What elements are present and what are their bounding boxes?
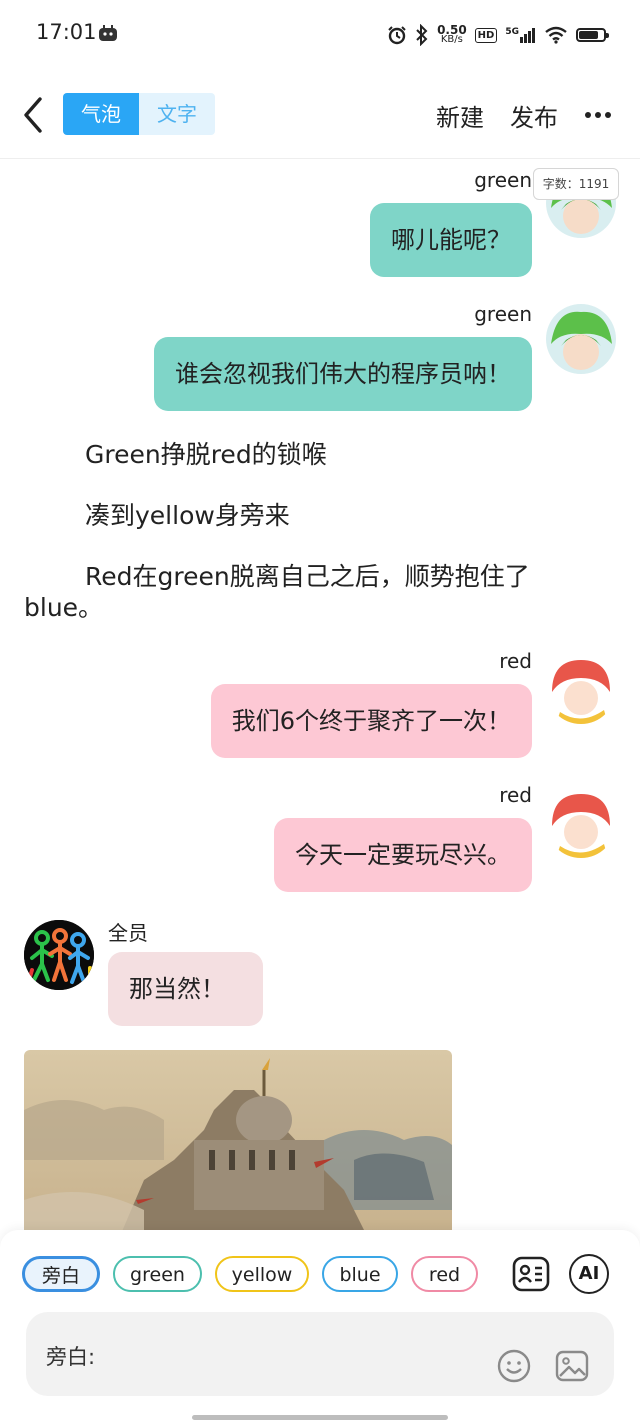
app-notification-icon: [99, 25, 117, 41]
speaker-name: red: [499, 649, 532, 673]
avatar-all[interactable]: [24, 920, 94, 990]
publish-button[interactable]: 发布: [510, 98, 558, 133]
bluetooth-icon: [416, 24, 428, 46]
speaker-name: 全员: [108, 921, 148, 945]
hd-badge: HD: [474, 27, 498, 43]
mode-toggle: 气泡 文字: [63, 93, 215, 135]
avatar-red[interactable]: [546, 654, 616, 724]
tab-text[interactable]: 文字: [139, 93, 215, 135]
text-input[interactable]: 旁白:: [26, 1312, 614, 1396]
narration-text[interactable]: Green挣脱red的锁喉: [85, 438, 327, 471]
avatar-red[interactable]: [546, 788, 616, 858]
back-arrow-icon[interactable]: [18, 95, 48, 135]
image-icon[interactable]: [554, 1348, 590, 1384]
wifi-icon: [545, 26, 567, 44]
signal-5g: 5G: [505, 27, 536, 43]
role-chip-narrator[interactable]: 旁白: [22, 1256, 100, 1292]
role-chip-yellow[interactable]: yellow: [215, 1256, 309, 1292]
narration-text[interactable]: blue。: [24, 591, 103, 624]
story-image[interactable]: [24, 1050, 452, 1250]
avatar-green[interactable]: [546, 304, 616, 374]
status-time: 17:01: [36, 20, 97, 44]
role-chip-green[interactable]: green: [113, 1256, 202, 1292]
ai-button[interactable]: AI: [569, 1254, 609, 1294]
emoji-icon[interactable]: [496, 1348, 532, 1384]
composer-panel: 旁白 green yellow blue red AI 旁白:: [0, 1230, 640, 1422]
chat-bubble[interactable]: 哪儿能呢？: [370, 203, 532, 277]
alarm-icon: [388, 26, 406, 45]
chat-bubble[interactable]: 今天一定要玩尽兴。: [274, 818, 532, 892]
chat-bubble[interactable]: 谁会忽视我们伟大的程序员呐！: [154, 337, 532, 411]
signal-bars-icon: [520, 28, 535, 43]
net-speed: 0.50 KB/s: [437, 23, 467, 45]
more-icon[interactable]: [584, 111, 612, 119]
narration-text[interactable]: 凑到yellow身旁来: [85, 499, 290, 532]
input-role-label: 旁白:: [46, 1345, 96, 1369]
role-chip-blue[interactable]: blue: [322, 1256, 398, 1292]
word-count-tooltip: 字数：1191: [533, 168, 619, 200]
speaker-name: green: [474, 168, 532, 192]
role-card-icon[interactable]: [511, 1254, 551, 1294]
top-bar: 气泡 文字 新建 发布: [0, 80, 640, 159]
role-chip-red[interactable]: red: [411, 1256, 478, 1292]
speaker-name: red: [499, 783, 532, 807]
chat-bubble[interactable]: 那当然！: [108, 952, 263, 1026]
status-bar: 17:01 0.50 KB/s HD 5G: [0, 0, 640, 68]
chat-bubble[interactable]: 我们6个终于聚齐了一次！: [210, 684, 532, 758]
tab-bubble[interactable]: 气泡: [63, 93, 139, 135]
narration-text[interactable]: Red在green脱离自己之后，顺势抱住了: [85, 560, 530, 593]
home-indicator: [192, 1415, 448, 1420]
battery-icon: [576, 28, 609, 42]
new-button[interactable]: 新建: [436, 98, 484, 133]
speaker-name: green: [474, 302, 532, 326]
